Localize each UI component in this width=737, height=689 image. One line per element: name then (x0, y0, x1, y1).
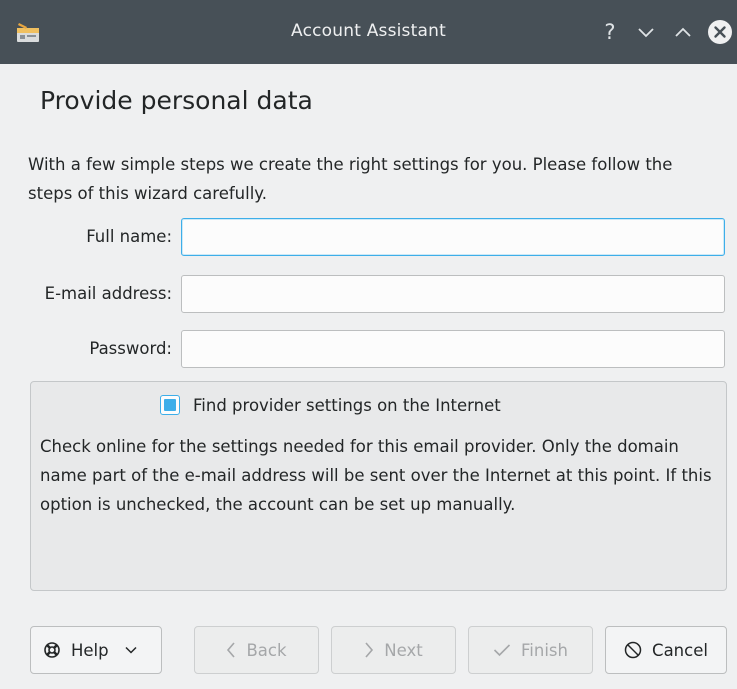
next-button-label: Next (384, 640, 423, 660)
finish-button[interactable]: Finish (468, 626, 593, 674)
finish-button-label: Finish (521, 640, 568, 660)
provider-description: Check online for the settings needed for… (40, 437, 712, 514)
title-bar[interactable]: Account Assistant ? (0, 0, 737, 64)
full-name-label: Full name: (86, 227, 172, 246)
minimize-icon[interactable] (633, 18, 659, 46)
email-input[interactable] (181, 275, 725, 313)
help-button-label: Help (71, 640, 109, 660)
intro-text: With a few simple steps we create the ri… (28, 155, 673, 203)
password-input[interactable] (181, 330, 725, 368)
maximize-icon[interactable] (670, 18, 696, 46)
cancel-button[interactable]: Cancel (605, 626, 727, 674)
help-button[interactable]: Help (30, 626, 162, 674)
email-label: E-mail address: (44, 284, 172, 303)
window-title: Account Assistant (291, 21, 446, 41)
help-icon[interactable]: ? (598, 18, 622, 46)
checkmark-icon (493, 643, 511, 657)
chevron-left-icon (226, 642, 236, 658)
chevron-down-icon (125, 646, 137, 654)
lifebuoy-icon (43, 641, 61, 659)
chevron-right-icon (364, 642, 374, 658)
next-button[interactable]: Next (331, 626, 456, 674)
back-button-label: Back (246, 640, 287, 660)
provider-checkbox-row[interactable]: Find provider settings on the Internet (160, 395, 501, 415)
close-icon[interactable] (706, 18, 734, 46)
cancel-icon (624, 641, 642, 659)
back-button[interactable]: Back (194, 626, 319, 674)
find-provider-label[interactable]: Find provider settings on the Internet (193, 396, 501, 415)
full-name-input[interactable] (181, 218, 725, 256)
find-provider-checkbox[interactable] (160, 395, 180, 415)
page-title: Provide personal data (40, 86, 313, 115)
cancel-button-label: Cancel (652, 640, 708, 660)
checkbox-checked-indicator (164, 399, 176, 411)
password-label: Password: (89, 339, 172, 358)
